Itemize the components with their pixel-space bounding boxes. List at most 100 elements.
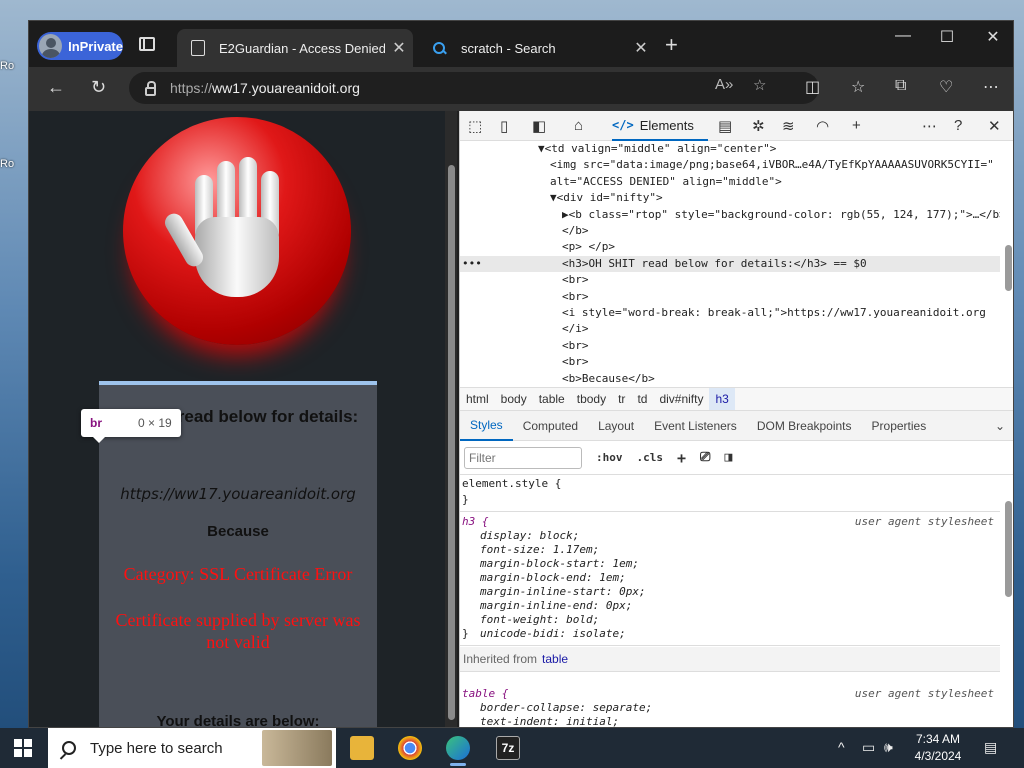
dom-node[interactable]: <br>	[460, 354, 1000, 370]
taskbar-clock[interactable]: 7:34 AM 4/3/2024	[900, 731, 976, 765]
more-tools-plus-icon[interactable]: +	[852, 117, 861, 134]
dom-node[interactable]: <br>	[460, 338, 1000, 354]
windows-start-icon[interactable]	[14, 739, 32, 757]
minimize-icon[interactable]: —	[883, 27, 923, 45]
network-icon[interactable]: ▭	[862, 739, 875, 756]
dom-node[interactable]: <b>Because</b>	[460, 371, 1000, 387]
dom-node[interactable]: <img src="data:image/png;base64,iVBOR…e4…	[460, 157, 1000, 173]
tab-styles[interactable]: Styles	[460, 411, 513, 441]
network-wifi-icon[interactable]: ≋	[782, 117, 795, 135]
tab-actions-icon[interactable]	[139, 37, 155, 51]
tab-dom-breakpoints[interactable]: DOM Breakpoints	[747, 411, 862, 441]
dom-node-selected[interactable]: <h3>OH SHIT read below for details:</h3>…	[460, 255, 1000, 273]
7zip-icon[interactable]: 7z	[496, 736, 520, 760]
read-aloud-icon[interactable]: A»	[715, 76, 733, 93]
tab-elements[interactable]: </> Elements	[612, 111, 708, 141]
desktop-icon-label[interactable]: Ro	[0, 158, 14, 170]
dom-node[interactable]: <br>	[460, 272, 1000, 288]
css-property[interactable]: font-weight: bold;	[480, 613, 1000, 627]
css-property[interactable]: display: block;	[480, 529, 1000, 543]
dom-tree[interactable]: ▼<td valign="middle" align="center"> <img…	[460, 141, 1000, 387]
breadcrumb-item[interactable]: tr	[612, 388, 631, 410]
element-style-rule[interactable]: element.style {	[462, 477, 994, 491]
close-tab-icon[interactable]: ✕	[385, 38, 413, 58]
breadcrumb-item[interactable]: td	[631, 388, 653, 410]
page-scrollbar[interactable]	[445, 111, 457, 727]
css-property[interactable]: margin-block-end: 1em;	[480, 571, 1000, 585]
notifications-icon[interactable]: ▤	[984, 739, 997, 756]
node-actions-icon[interactable]: •••	[460, 256, 482, 272]
class-toggle[interactable]: .cls	[637, 451, 664, 464]
css-property[interactable]: font-size: 1.17em;	[480, 543, 1000, 557]
back-icon[interactable]: ←	[47, 77, 65, 98]
refresh-icon[interactable]: ↻	[91, 77, 106, 98]
inprivate-badge[interactable]: InPrivate	[37, 32, 123, 60]
chrome-icon[interactable]	[398, 736, 422, 760]
device-emulation-icon[interactable]: ▯	[500, 117, 508, 135]
taskbar-search[interactable]: Type here to search	[48, 728, 336, 768]
maximize-icon[interactable]: ☐	[927, 27, 967, 47]
css-property[interactable]: margin-block-start: 1em;	[480, 557, 1000, 571]
hover-state-toggle[interactable]: :hov	[596, 451, 623, 464]
dock-side-icon[interactable]: ◧	[532, 117, 546, 135]
table-rule-selector[interactable]: table { user agent stylesheet	[462, 687, 994, 701]
toggle-sidebar-icon[interactable]: ◨	[724, 450, 732, 465]
close-tab-icon[interactable]: ✕	[627, 38, 655, 58]
dom-node[interactable]: </b>	[460, 223, 1000, 239]
styles-filter-input[interactable]	[464, 446, 582, 469]
css-property[interactable]: text-indent: initial;	[480, 715, 1000, 727]
dom-node[interactable]: ▼<td valign="middle" align="center">	[460, 141, 1000, 157]
chevron-down-icon[interactable]: ⌄	[985, 411, 1013, 441]
tab-scratch-search[interactable]: scratch - Search ✕	[419, 29, 655, 67]
favorites-icon[interactable]: ☆	[851, 77, 865, 97]
dom-node[interactable]: ▶<b class="rtop" style="background-color…	[460, 207, 1000, 223]
breadcrumb-item[interactable]: div#nifty	[653, 388, 709, 410]
dom-node[interactable]: </i>	[460, 321, 1000, 337]
welcome-home-icon[interactable]: ⌂	[574, 117, 583, 134]
performance-icon[interactable]: ♡	[939, 77, 953, 97]
dom-node[interactable]: alt="ACCESS DENIED" align="middle">	[460, 174, 1000, 190]
tab-computed[interactable]: Computed	[513, 411, 588, 441]
performance-gauge-icon[interactable]: ◠	[816, 117, 829, 135]
more-menu-icon[interactable]: ⋯	[983, 77, 999, 97]
css-property[interactable]: border-collapse: separate;	[480, 701, 1000, 715]
tab-event-listeners[interactable]: Event Listeners	[644, 411, 747, 441]
dom-tree-scrollbar[interactable]	[1002, 141, 1013, 387]
breadcrumb-item[interactable]: html	[460, 388, 495, 410]
breadcrumb-item[interactable]: table	[533, 388, 571, 410]
volume-icon[interactable]: 🕪	[884, 739, 893, 756]
lock-icon[interactable]	[145, 80, 156, 96]
dom-node[interactable]: <p> </p>	[460, 239, 1000, 255]
breadcrumb-item[interactable]: tbody	[571, 388, 612, 410]
devtools-more-icon[interactable]: ⋯	[922, 117, 937, 135]
console-icon[interactable]: ▤	[718, 117, 732, 135]
inherited-from-link[interactable]: table	[542, 652, 568, 666]
address-bar[interactable]: https:// ww17.youareanidoit.org A» ☆	[129, 72, 819, 104]
favorite-star-icon[interactable]: ☆	[753, 76, 766, 94]
new-tab-icon[interactable]: +	[665, 34, 678, 56]
tray-overflow-chevron-icon[interactable]: ^	[838, 739, 845, 755]
inspect-element-icon[interactable]: ⬚	[468, 117, 482, 135]
help-icon[interactable]: ?	[954, 117, 962, 134]
styles-scrollbar[interactable]	[1002, 475, 1013, 727]
dom-node[interactable]: ▼<div id="nifty">	[460, 190, 1000, 206]
css-property[interactable]: margin-inline-start: 0px;	[480, 585, 1000, 599]
element-state-icon[interactable]: ⎚	[700, 450, 710, 465]
close-window-icon[interactable]: ✕	[973, 27, 1013, 47]
split-screen-icon[interactable]: ◫	[805, 77, 820, 97]
desktop-icon-label[interactable]: Ro	[0, 60, 14, 72]
new-rule-plus-icon[interactable]: +	[677, 449, 686, 467]
file-explorer-icon[interactable]	[350, 736, 374, 760]
edge-icon[interactable]	[446, 736, 470, 766]
tab-layout[interactable]: Layout	[588, 411, 644, 441]
dom-node[interactable]: <i style="word-break: break-all;">https:…	[460, 305, 1000, 321]
breadcrumb-item[interactable]: body	[495, 388, 533, 410]
tab-access-denied[interactable]: E2Guardian - Access Denied ✕	[177, 29, 413, 67]
styles-pane[interactable]: element.style { } h3 { user agent styles…	[460, 475, 1000, 727]
collections-icon[interactable]: ⧉	[895, 77, 906, 95]
sources-bug-icon[interactable]: ✲	[752, 117, 765, 135]
breadcrumb-item[interactable]: h3	[709, 388, 735, 410]
close-devtools-icon[interactable]: ✕	[988, 117, 1001, 135]
css-property[interactable]: margin-inline-end: 0px;	[480, 599, 1000, 613]
tab-properties[interactable]: Properties	[862, 411, 937, 441]
